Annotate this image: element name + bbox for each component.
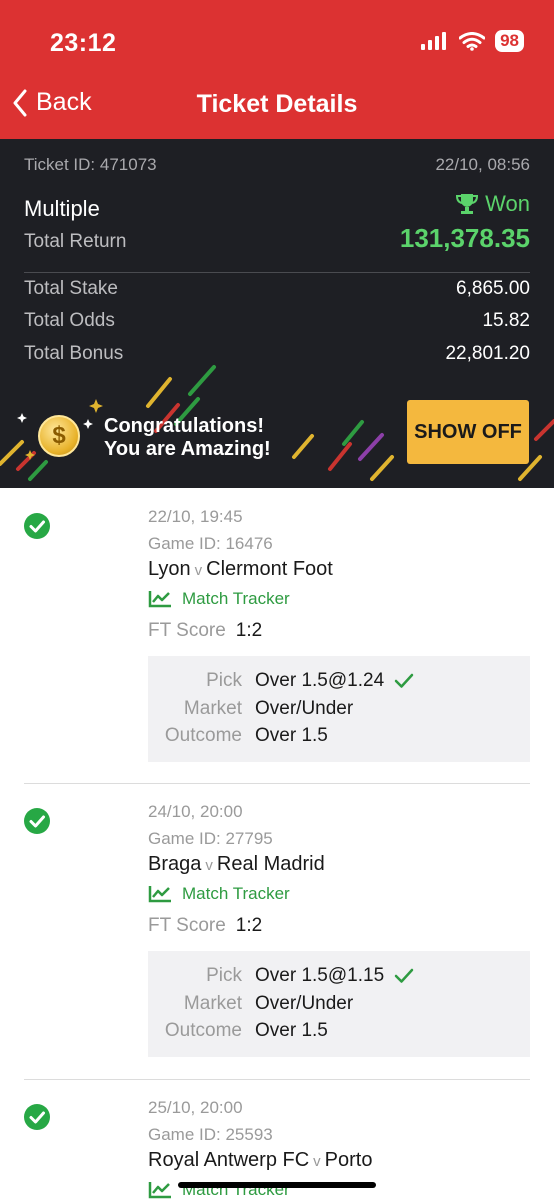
tracker-label: Match Tracker [182,884,290,903]
chart-line-icon [148,591,171,608]
outcome-label: Outcome [164,725,242,746]
match-card: 24/10, 20:00 Game ID: 27795 Braga v Real M… [0,783,554,1080]
pick-text: Over 1.5@1.15 [255,965,385,986]
congrats-line-2: You are Amazing! [104,438,271,460]
vs-label: v [205,857,213,874]
total-return-value: 131,378.35 [399,223,530,253]
home-team: Lyon [148,558,191,580]
status-badge: Won [455,191,530,217]
checkmark-icon [394,673,414,688]
chart-line-icon [148,886,171,903]
pick-label: Pick [206,670,242,691]
chart-line-icon [148,1182,171,1199]
pick-label: Pick [206,965,242,986]
match-teams: Lyon v Clermont Foot [148,558,333,581]
ft-score: FT Score 1:2 [148,620,262,642]
wifi-icon [459,31,486,51]
match-datetime: 25/10, 20:00 [148,1098,243,1117]
check-circle-icon [24,513,50,539]
away-team: Clermont Foot [206,558,333,580]
signal-icon [421,32,447,50]
total-bonus-label: Total Bonus [24,343,124,364]
total-odds-value: 15.82 [482,310,530,331]
ft-score-label: FT Score [148,620,226,641]
match-tracker-link[interactable]: Match Tracker [148,884,290,904]
total-stake-value: 6,865.00 [456,278,530,299]
match-datetime: 24/10, 20:00 [148,802,243,821]
check-circle-icon [24,1104,50,1130]
total-stake-label: Total Stake [24,278,118,299]
check-circle-icon [24,808,50,834]
ft-score-label: FT Score [148,915,226,936]
home-team: Royal Antwerp FC [148,1149,310,1171]
market-value: Over/Under [255,698,354,719]
vs-label: v [313,1153,321,1170]
status-time: 23:12 [50,29,117,57]
vs-label: v [194,562,203,579]
checkmark-icon [394,968,414,983]
home-indicator[interactable] [178,1182,376,1188]
ticket-summary: Ticket ID: 471073 22/10, 08:56 Multiple … [0,139,554,488]
page-title: Ticket Details [196,90,358,118]
battery-indicator: 98 [495,30,524,52]
home-team: Braga [148,853,202,875]
ticket-datetime: 22/10, 08:56 [435,155,530,174]
show-off-button[interactable]: SHOW OFF [407,400,529,464]
match-teams: Braga v Real Madrid [148,853,325,876]
match-card: 22/10, 19:45 Game ID: 16476 Lyon v Clermon… [0,488,554,784]
pick-details: Pick Over 1.5@1.15 Market Over/Under Out… [148,951,530,1057]
status-icons: 98 [421,30,524,52]
match-game-id: Game ID: 27795 [148,829,273,848]
outcome-label: Outcome [164,1020,242,1041]
total-bonus-value: 22,801.20 [445,343,530,364]
ft-score: FT Score 1:2 [148,915,262,937]
pick-value: Over 1.5@1.24 [255,670,414,692]
match-game-id: Game ID: 25593 [148,1125,273,1144]
trophy-icon [456,194,479,214]
app-header: 23:12 98 Back Ticket Details [0,0,554,139]
ft-score-value: 1:2 [235,620,263,641]
coin-icon: $ [38,415,80,457]
ticket-id: Ticket ID: 471073 [24,155,157,174]
congrats-banner: Congratulations! You are Amazing! [104,415,271,461]
match-datetime: 22/10, 19:45 [148,507,243,526]
outcome-value: Over 1.5 [255,725,328,746]
match-game-id: Game ID: 16476 [148,534,273,553]
market-label: Market [183,993,242,1014]
market-value: Over/Under [255,993,354,1014]
outcome-value: Over 1.5 [255,1020,328,1041]
summary-divider [24,272,530,273]
pick-text: Over 1.5@1.24 [255,670,385,691]
total-return-label: Total Return [24,231,127,252]
tracker-label: Match Tracker [182,589,290,608]
status-label: Won [485,191,530,216]
congrats-line-1: Congratulations! [104,415,264,437]
away-team: Real Madrid [216,853,325,875]
bet-type: Multiple [24,196,100,221]
pick-details: Pick Over 1.5@1.24 Market Over/Under Out… [148,656,530,762]
match-teams: Royal Antwerp FC v Porto [148,1149,372,1172]
away-team: Porto [324,1149,373,1171]
market-label: Market [183,698,242,719]
pick-value: Over 1.5@1.15 [255,965,414,987]
ft-score-value: 1:2 [235,915,263,936]
match-tracker-link[interactable]: Match Tracker [148,589,290,609]
total-odds-label: Total Odds [24,310,115,331]
